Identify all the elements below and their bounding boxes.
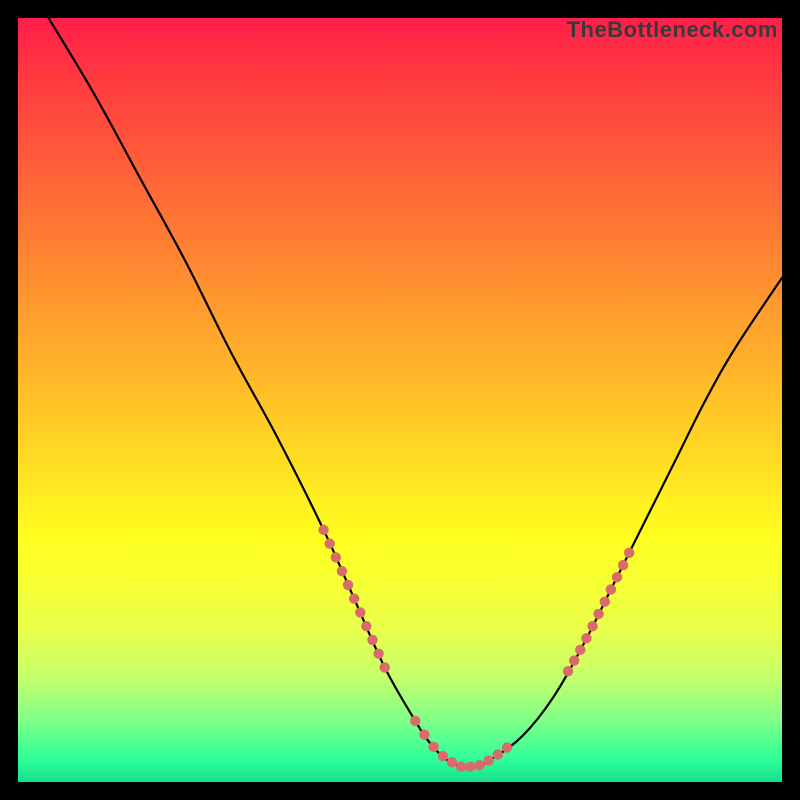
highlight-left-slope: [318, 525, 390, 673]
chart-frame: TheBottleneck.com: [18, 18, 782, 782]
highlight-dot: [575, 645, 585, 655]
highlight-dot: [569, 655, 579, 665]
highlight-dot: [456, 762, 466, 772]
highlight-dot: [343, 580, 353, 590]
highlight-dot: [331, 552, 341, 562]
highlight-dot: [373, 648, 383, 658]
highlight-dot: [355, 607, 365, 617]
curve-group: [49, 18, 782, 768]
highlight-dot: [612, 572, 622, 582]
highlight-dot: [380, 662, 390, 672]
highlight-dot: [593, 609, 603, 619]
plot-area: TheBottleneck.com: [18, 18, 782, 782]
highlight-right-slope: [563, 548, 635, 677]
highlight-dot: [419, 729, 429, 739]
highlight-dot: [438, 751, 448, 761]
highlight-dot: [337, 566, 347, 576]
highlight-dot: [367, 635, 377, 645]
highlight-dot: [493, 749, 503, 759]
highlight-dot: [606, 584, 616, 594]
watermark-text: TheBottleneck.com: [567, 18, 778, 43]
highlight-dot: [447, 757, 457, 767]
chart-svg: [18, 18, 782, 782]
highlight-dot: [483, 755, 493, 765]
highlight-dot: [318, 525, 328, 535]
highlight-dot: [325, 538, 335, 548]
highlight-dot: [502, 742, 512, 752]
highlight-dot: [600, 597, 610, 607]
highlight-dot: [618, 560, 628, 570]
highlight-dot: [410, 716, 420, 726]
highlight-dot: [563, 666, 573, 676]
highlight-dot: [624, 548, 634, 558]
highlight-dot: [474, 760, 484, 770]
highlight-dot: [587, 621, 597, 631]
highlight-dot: [465, 762, 475, 772]
highlight-dot: [349, 593, 359, 603]
highlight-dot: [361, 621, 371, 631]
bottleneck-curve: [49, 18, 782, 768]
highlight-dot: [428, 742, 438, 752]
highlight-valley-floor: [410, 716, 512, 772]
highlight-dot: [581, 633, 591, 643]
